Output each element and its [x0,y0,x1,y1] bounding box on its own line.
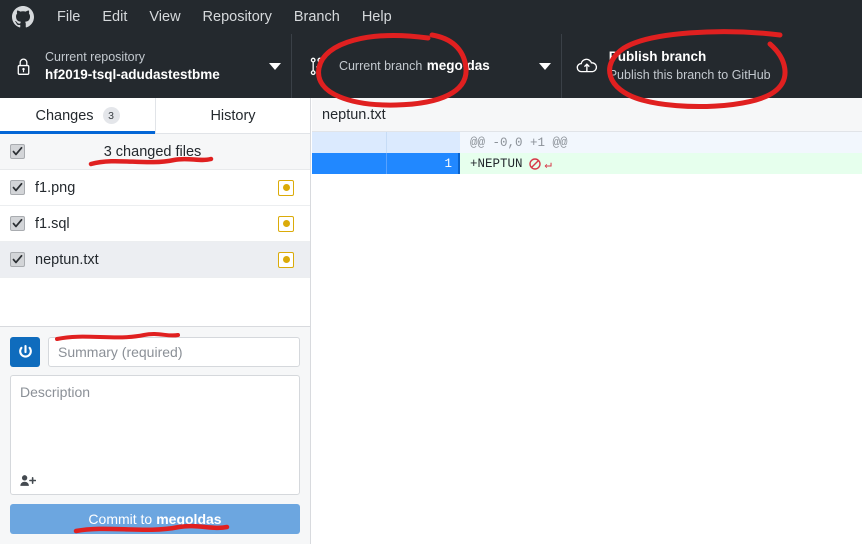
diff-line-text: @@ -0,0 +1 @@ [460,132,862,153]
commit-button[interactable]: Commit to megoldas [10,504,300,534]
current-branch-label: Current branch [339,59,422,73]
list-item[interactable]: neptun.txt [0,242,310,278]
diff-new-line-number: 1 [386,153,460,174]
diff-line-hunk-header[interactable]: @@ -0,0 +1 @@ [312,132,862,153]
summary-input[interactable]: Summary (required) [48,337,300,367]
github-desktop-window: File Edit View Repository Branch Help Cu… [0,0,862,544]
file-status-modified-icon [278,216,294,232]
user-avatar-icon [10,337,40,367]
select-all-changes-row[interactable]: 3 changed files [0,134,310,170]
branch-icon [306,55,328,77]
diff-old-line-number [312,132,386,153]
tab-history-label: History [210,108,255,124]
list-item[interactable]: f1.sql [0,206,310,242]
checkmark-icon [12,218,23,229]
file-status-modified-icon [278,180,294,196]
diff-line-added[interactable]: 1 +NEPTUN ↵ [312,153,862,174]
menu-item-help[interactable]: Help [351,6,403,29]
menu-item-branch[interactable]: Branch [283,6,351,29]
checkmark-icon [12,146,23,157]
file-name: neptun.txt [35,252,278,268]
file-checkbox[interactable] [10,216,25,231]
add-coauthor-icon[interactable] [20,474,36,487]
diff-line-content: +NEPTUN ↵ [460,153,862,174]
file-list-empty-space [0,278,310,326]
file-name: f1.png [35,180,278,196]
commit-form: Summary (required) Description Commit to… [0,326,310,544]
file-status-modified-icon [278,252,294,268]
commit-button-prefix: Commit to [88,511,152,527]
chevron-down-icon[interactable] [539,63,551,70]
file-checkbox[interactable] [10,252,25,267]
diff-old-line-number [312,153,386,174]
tab-changes-label: Changes [35,108,93,124]
checkmark-icon [12,254,23,265]
changed-file-list: f1.png f1.sql neptun.txt [0,170,310,278]
menu-item-repository[interactable]: Repository [192,6,283,29]
tab-changes-badge: 3 [103,107,120,124]
publish-branch-text: Publish branch Publish this branch to Gi… [609,48,852,84]
tab-history[interactable]: History [155,98,310,133]
github-mark-icon [12,6,34,28]
toolbar: Current repository hf2019-tsql-adudastes… [0,34,862,98]
current-repository-button[interactable]: Current repository hf2019-tsql-adudastes… [0,34,291,98]
file-checkbox[interactable] [10,180,25,195]
changes-sidebar: Changes 3 History 3 changed files [0,98,311,544]
menu-item-file[interactable]: File [46,6,91,29]
diff-pane: neptun.txt @@ -0,0 +1 @@ 1 +NEPTUN [312,98,862,544]
checkmark-icon [12,182,23,193]
lock-icon [12,55,34,77]
commit-button-branch: megoldas [156,511,221,527]
current-repository-value: hf2019-tsql-adudastestbme [45,67,220,82]
current-branch-text: Current branch megoldas [339,57,531,75]
menu-item-edit[interactable]: Edit [91,6,138,29]
select-all-checkbox[interactable] [10,144,25,159]
current-repository-text: Current repository hf2019-tsql-adudastes… [45,48,261,84]
diff-file-title: neptun.txt [312,98,862,132]
current-repository-label: Current repository [45,50,145,64]
diff-body: @@ -0,0 +1 @@ 1 +NEPTUN ↵ [312,132,862,174]
chevron-down-icon[interactable] [269,63,281,70]
tab-changes[interactable]: Changes 3 [0,98,155,133]
list-item[interactable]: f1.png [0,170,310,206]
description-placeholder: Description [20,384,90,400]
current-branch-button[interactable]: Current branch megoldas [291,34,561,98]
diff-line-text: +NEPTUN [470,157,523,171]
commit-summary-row: Summary (required) [10,337,300,367]
file-name: f1.sql [35,216,278,232]
current-branch-value: megoldas [427,58,490,73]
publish-branch-button[interactable]: Publish branch Publish this branch to Gi… [561,34,862,98]
no-entry-icon [529,158,541,170]
menu-bar: File Edit View Repository Branch Help [0,0,862,34]
cloud-upload-icon [576,55,598,77]
description-input[interactable]: Description [10,375,300,495]
carriage-return-icon: ↵ [545,156,553,172]
publish-branch-subtitle: Publish this branch to GitHub [609,68,771,82]
changed-files-count-label: 3 changed files [35,144,310,160]
sidebar-tabs: Changes 3 History [0,98,310,134]
diff-new-line-number [386,132,460,153]
menu-item-view[interactable]: View [138,6,191,29]
publish-branch-title: Publish branch [609,49,707,64]
